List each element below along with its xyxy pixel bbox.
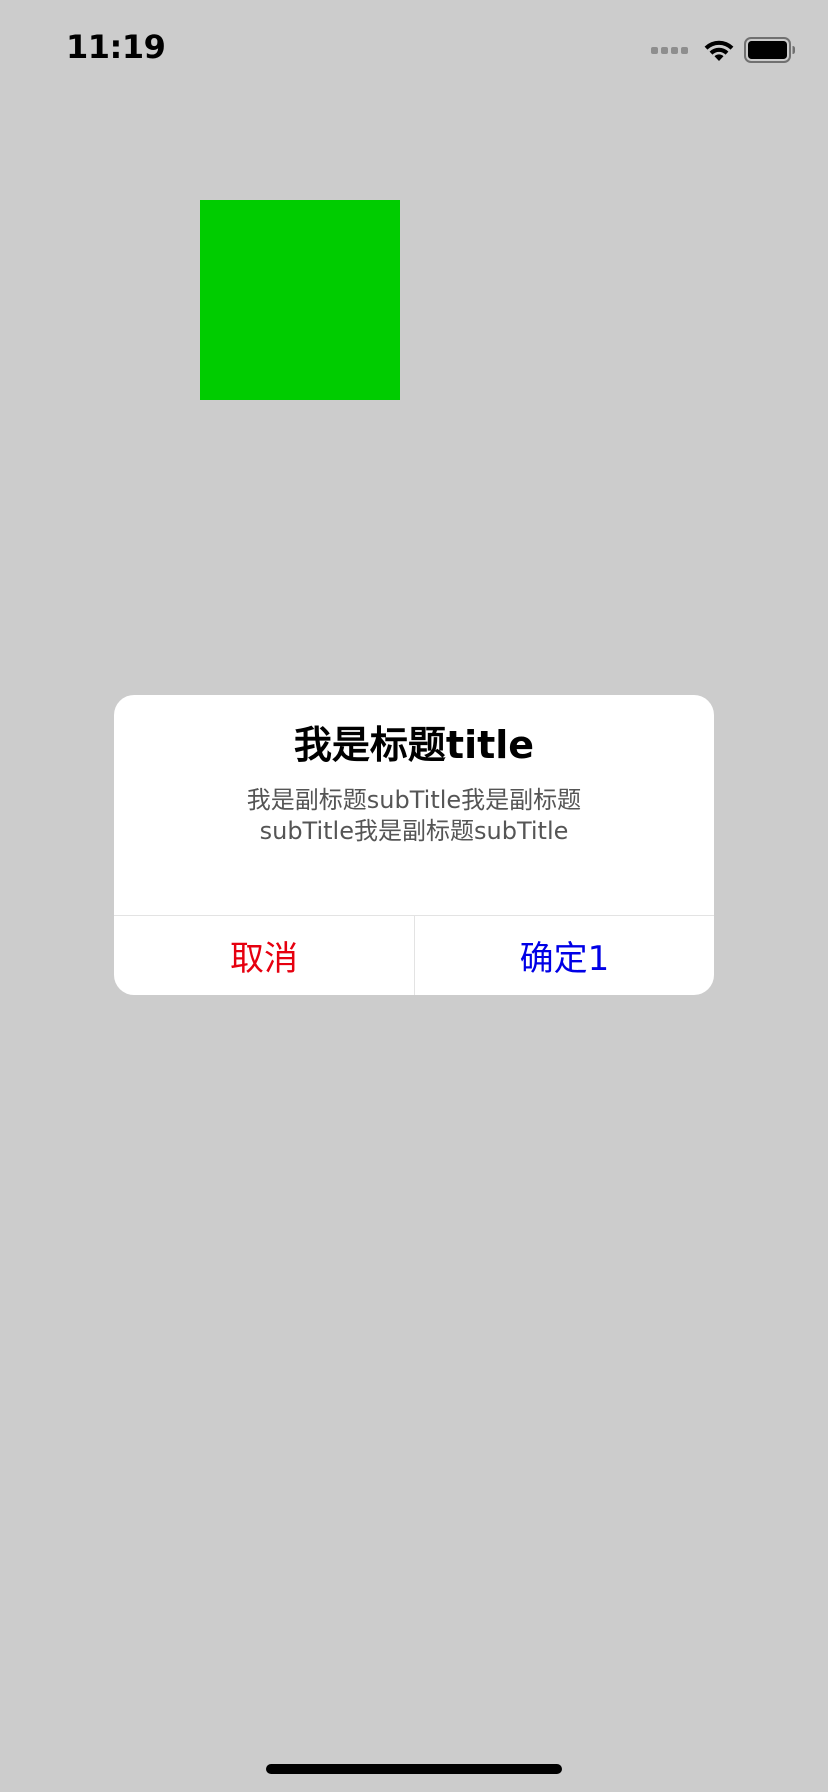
confirm-button[interactable]: 确定1 (415, 916, 714, 995)
alert-dialog: 我是标题title 我是副标题subTitle我是副标题subTitle我是副标… (114, 695, 714, 995)
cellular-signal-icon (651, 46, 688, 54)
home-indicator[interactable] (266, 1764, 562, 1774)
battery-icon (744, 37, 796, 63)
status-time: 11:19 (66, 28, 166, 66)
green-square-view (200, 200, 400, 400)
app-screen: 11:19 我是标题title 我是副标题subTitle我是副标题subTit… (0, 0, 828, 1792)
alert-subtitle: 我是副标题subTitle我是副标题subTitle我是副标题subTitle (246, 786, 582, 845)
alert-title: 我是标题title (293, 723, 535, 767)
status-bar-indicators (651, 36, 796, 64)
wifi-icon (702, 37, 736, 63)
cancel-button[interactable]: 取消 (114, 916, 414, 995)
